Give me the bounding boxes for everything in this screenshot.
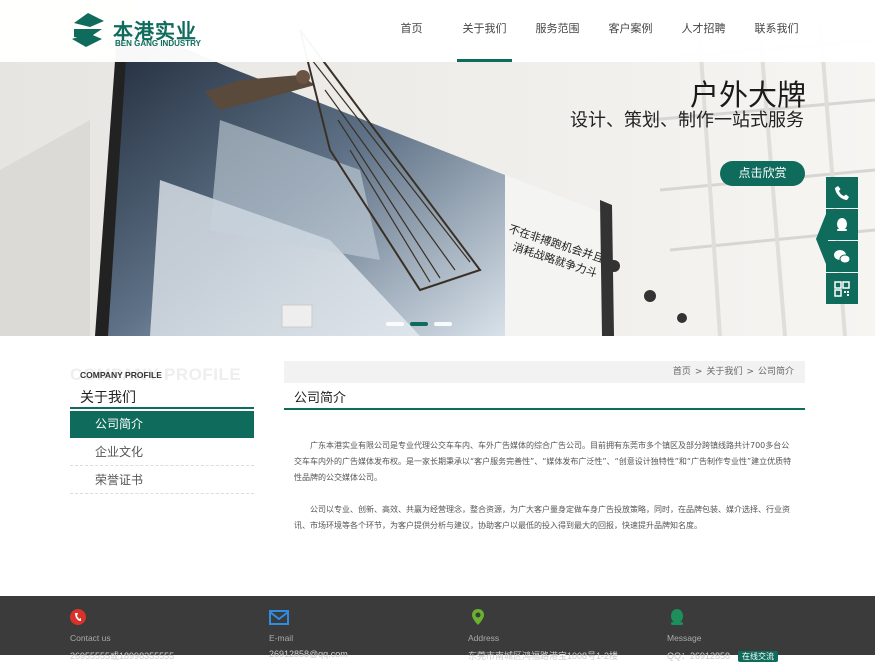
breadcrumb-separator: > — [694, 367, 703, 377]
breadcrumb-separator: > — [746, 367, 754, 377]
footer-qq-number: QQ：26912858 — [667, 651, 731, 661]
article-paragraph: 公司以专业、创新、高效、共赢为经营理念，整合资源，为广大客户量身定做车身广告投放… — [294, 505, 790, 530]
breadcrumb-home[interactable]: 首页 — [673, 367, 691, 377]
footer-message: Message QQ：26912858 在线交流 — [667, 608, 779, 662]
sidebar-item-profile[interactable]: 公司简介 — [70, 411, 254, 438]
footer-message-value: QQ：26912858 在线交流 — [667, 649, 779, 662]
qrcode-button[interactable] — [826, 273, 858, 304]
phone-button[interactable] — [826, 177, 858, 208]
nav-item-cases[interactable]: 客户案例 — [594, 0, 667, 62]
footer-email-label: E-mail — [269, 633, 294, 643]
nav-item-jobs[interactable]: 人才招聘 — [667, 0, 740, 62]
footer-address: Address 东莞市南城区鸿福路港宝1008号1-2楼 — [468, 608, 618, 662]
qq-penguin-icon — [671, 609, 683, 625]
sidebar-heading-en: COMPANY PROFILE — [80, 370, 162, 380]
banner-subtitle: 设计、策划、制作一站式服务 — [570, 110, 804, 131]
footer-message-label: Message — [667, 633, 702, 643]
slider-dot[interactable] — [434, 322, 452, 326]
footer-email: E-mail 26912858@qq.com — [269, 608, 348, 659]
qrcode-icon — [834, 280, 850, 297]
nav-item-services[interactable]: 服务范围 — [521, 0, 594, 62]
breadcrumb-current[interactable]: 公司简介 — [758, 367, 794, 377]
nav-item-home[interactable]: 首页 — [375, 0, 448, 62]
logo-text-en: BEN GANG INDUSTRY — [115, 39, 201, 48]
banner-view-button[interactable]: 点击欣赏 — [720, 161, 805, 186]
location-pin-icon — [472, 609, 484, 625]
site-footer: Contact us 26955555或18998355555 E-mail 2… — [0, 596, 875, 662]
breadcrumb: 首页 > 关于我们 > 公司简介 — [284, 361, 805, 383]
article-paragraph: 广东本港实业有限公司是专业代理公交车车内、车外广告媒体的综合广告公司。目前拥有东… — [294, 441, 792, 482]
title-divider — [284, 408, 805, 410]
site-header: 本港实业 BEN GANG INDUSTRY 首页 关于我们 服务范围 客户案例… — [0, 0, 875, 62]
sidebar-divider — [70, 407, 254, 409]
footer-address-label: Address — [468, 633, 500, 643]
footer-contact-label: Contact us — [70, 633, 111, 643]
qq-button[interactable] — [826, 209, 858, 240]
wechat-button[interactable] — [826, 241, 858, 272]
sidebar-heading-cn: 关于我们 — [80, 390, 136, 406]
nav-item-contact[interactable]: 联系我们 — [740, 0, 813, 62]
slider-dot-active[interactable] — [410, 322, 428, 326]
site-logo[interactable]: 本港实业 BEN GANG INDUSTRY — [70, 11, 212, 49]
slider-dots — [386, 322, 452, 326]
wechat-icon — [834, 249, 851, 263]
slider-dot[interactable] — [386, 322, 404, 326]
logo-mark-icon — [72, 13, 104, 47]
sidebar-item-honors[interactable]: 荣誉证书 — [70, 467, 254, 494]
footer-address-value: 东莞市南城区鸿福路港宝1008号1-2楼 — [468, 651, 619, 661]
breadcrumb-about[interactable]: 关于我们 — [706, 367, 742, 377]
phone-circle-icon — [70, 609, 86, 625]
article-body: 广东本港实业有限公司是专业代理公交车车内、车外广告媒体的综合广告公司。目前拥有东… — [294, 438, 794, 534]
footer-contact: Contact us 26955555或18998355555 — [70, 608, 174, 662]
qq-icon — [837, 217, 847, 231]
email-icon — [269, 610, 289, 625]
footer-email-value[interactable]: 26912858@qq.com — [269, 649, 348, 659]
page-title: 公司简介 — [294, 391, 347, 406]
main-nav: 首页 关于我们 服务范围 客户案例 人才招聘 联系我们 — [375, 0, 813, 62]
phone-icon — [835, 185, 849, 200]
footer-contact-value: 26955555或18998355555 — [70, 651, 175, 661]
online-chat-badge[interactable]: 在线交流 — [738, 651, 779, 662]
nav-item-about[interactable]: 关于我们 — [448, 0, 521, 62]
sidebar-item-culture[interactable]: 企业文化 — [70, 439, 254, 466]
